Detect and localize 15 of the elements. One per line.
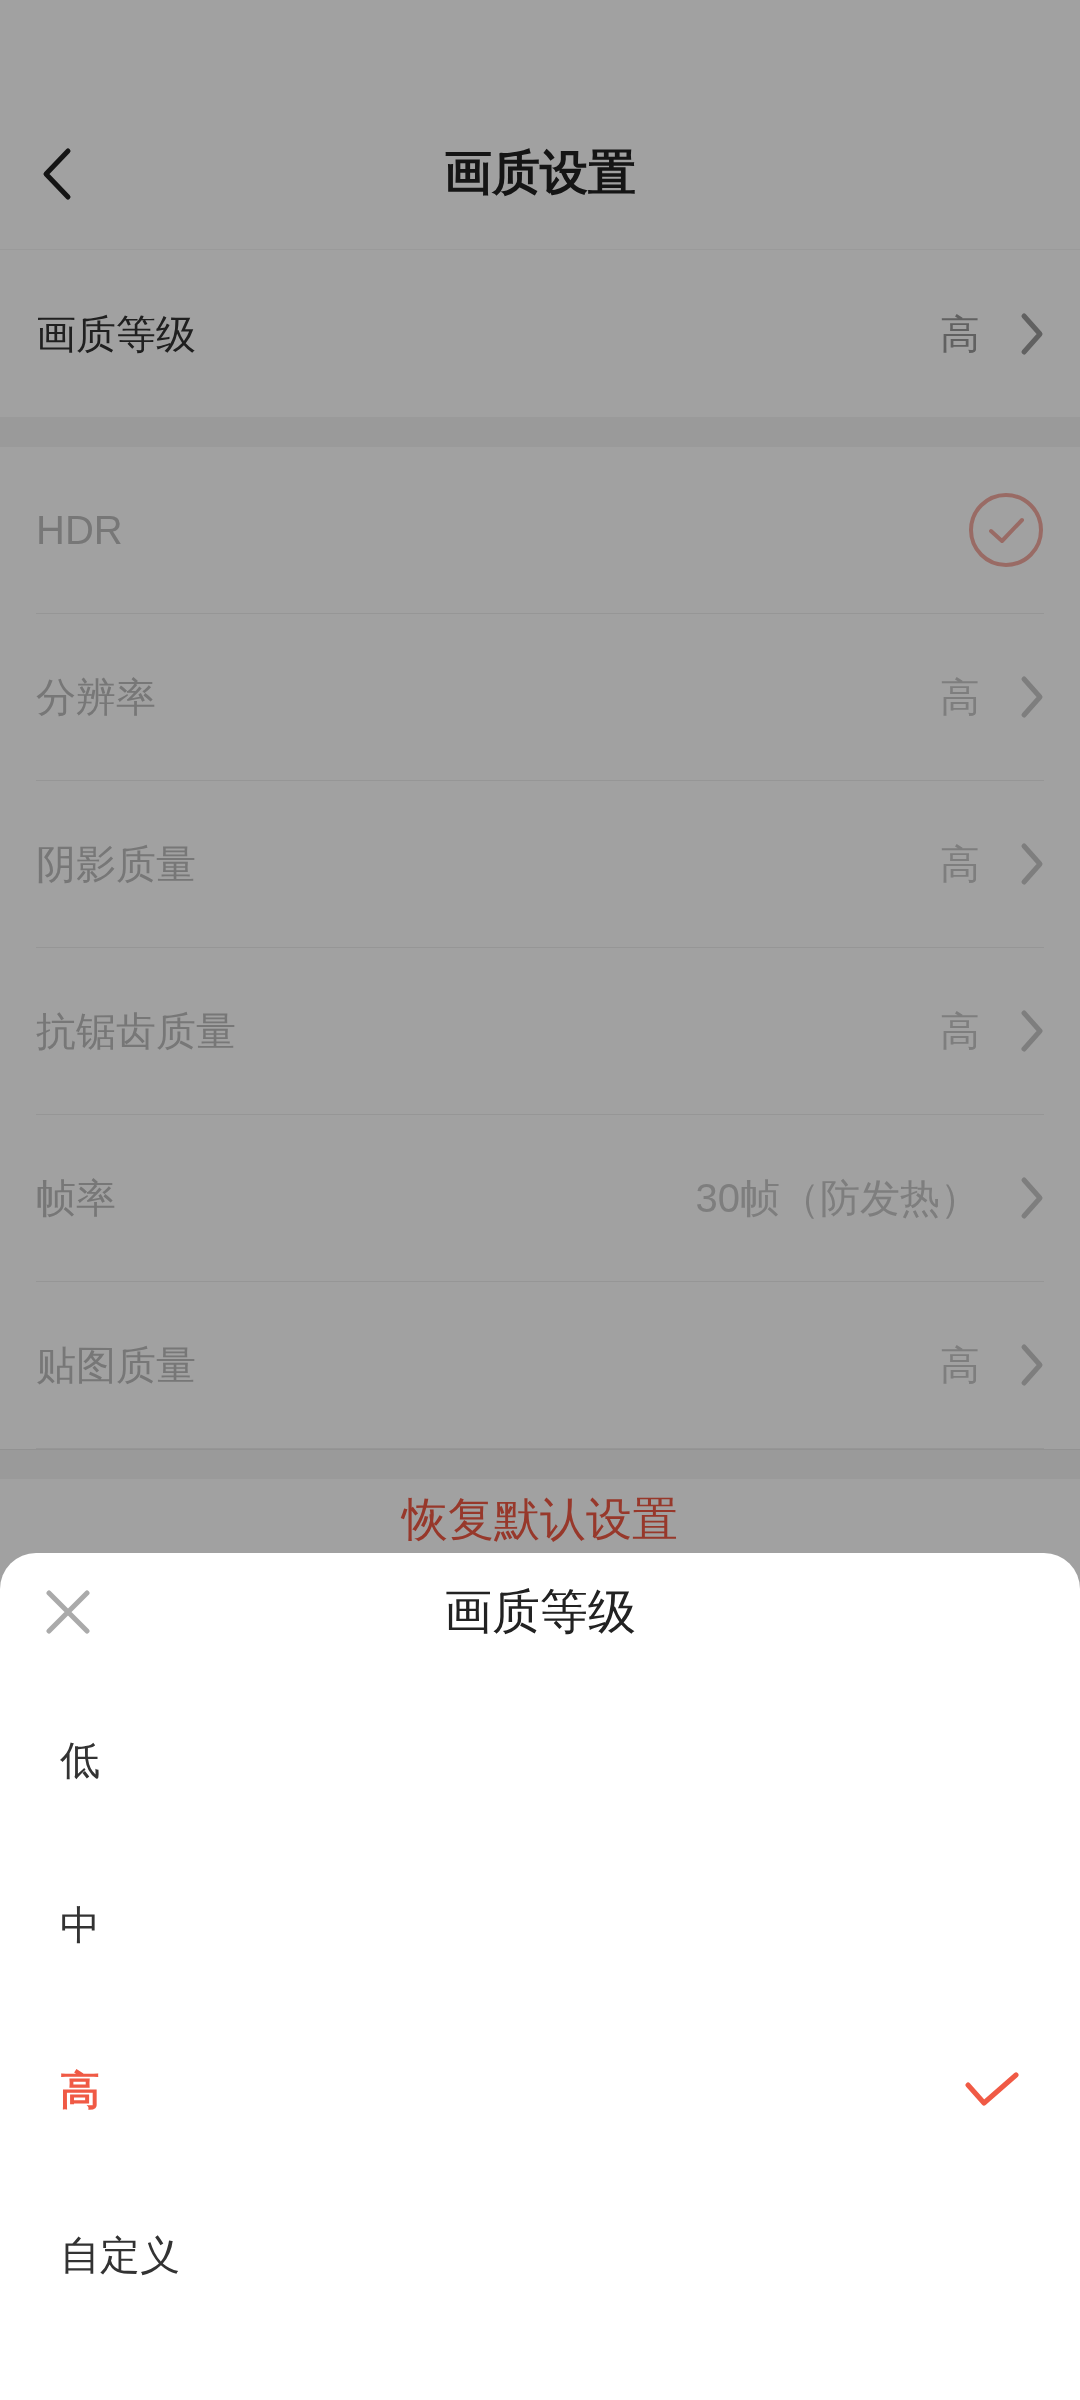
chevron-right-icon: [1020, 842, 1044, 886]
close-icon[interactable]: [46, 1590, 90, 1634]
page-title: 画质设置: [444, 145, 636, 201]
option-item[interactable]: 中: [0, 1842, 1080, 2007]
option-item[interactable]: 自定义: [0, 2172, 1080, 2337]
setting-label: 画质等级: [36, 310, 196, 358]
check-icon: [964, 2070, 1020, 2109]
chevron-right-icon: [1020, 1009, 1044, 1053]
chevron-right-icon: [1020, 1176, 1044, 1220]
setting-value: 高: [940, 310, 980, 358]
chevron-right-icon: [1020, 1343, 1044, 1387]
sheet-title: 画质等级: [444, 1584, 636, 1640]
chevron-right-icon: [1020, 675, 1044, 719]
chevron-right-icon: [1020, 311, 1044, 356]
option-item[interactable]: 低: [0, 1677, 1080, 1842]
